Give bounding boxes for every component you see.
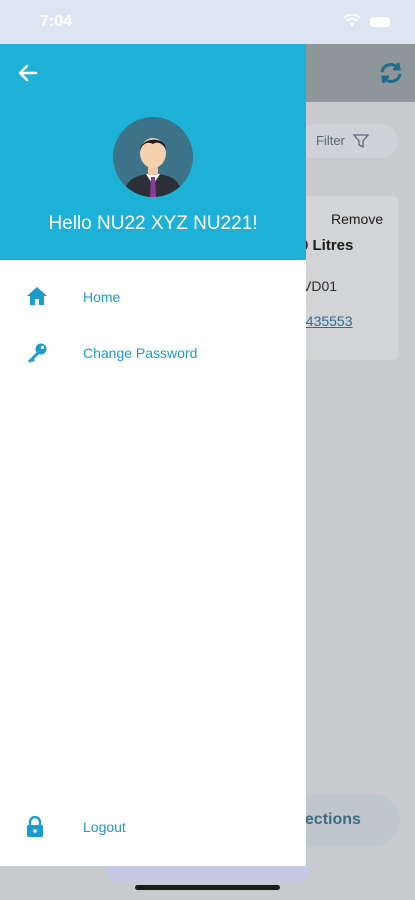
card-code: VD01: [302, 278, 338, 294]
menu-item-change-password[interactable]: Change Password: [0, 331, 306, 375]
menu-label-logout: Logout: [83, 819, 126, 835]
filter-button[interactable]: Filter: [296, 124, 398, 158]
refresh-icon[interactable]: [378, 60, 404, 91]
card-quantity: 0 Litres: [300, 237, 354, 254]
navigation-drawer: Hello NU22 XYZ NU221! Home Change Passwo…: [0, 44, 306, 866]
lock-icon: [26, 815, 44, 843]
menu-label-change-password: Change Password: [83, 345, 198, 361]
filter-icon: [353, 134, 369, 149]
card-phone-link[interactable]: 6435553: [298, 313, 353, 329]
filter-label: Filter: [316, 133, 345, 148]
menu-item-logout[interactable]: Logout: [0, 805, 306, 849]
status-time: 7:04: [40, 13, 73, 30]
key-icon: [26, 342, 48, 369]
wifi-icon: [343, 13, 361, 33]
avatar: [113, 117, 193, 197]
back-arrow-icon[interactable]: [18, 64, 38, 87]
status-bar: 7:04: [0, 0, 415, 44]
drawer-header: Hello NU22 XYZ NU221!: [0, 44, 306, 260]
greeting-text: Hello NU22 XYZ NU221!: [48, 213, 258, 234]
remove-button[interactable]: Remove: [331, 211, 383, 227]
home-indicator: [135, 885, 280, 890]
home-icon: [26, 286, 48, 311]
menu-label-home: Home: [83, 289, 121, 305]
collection-card[interactable]: Remove 0 Litres VD01 6435553: [296, 196, 399, 360]
battery-icon: [370, 17, 390, 27]
menu-item-home[interactable]: Home: [0, 275, 306, 319]
